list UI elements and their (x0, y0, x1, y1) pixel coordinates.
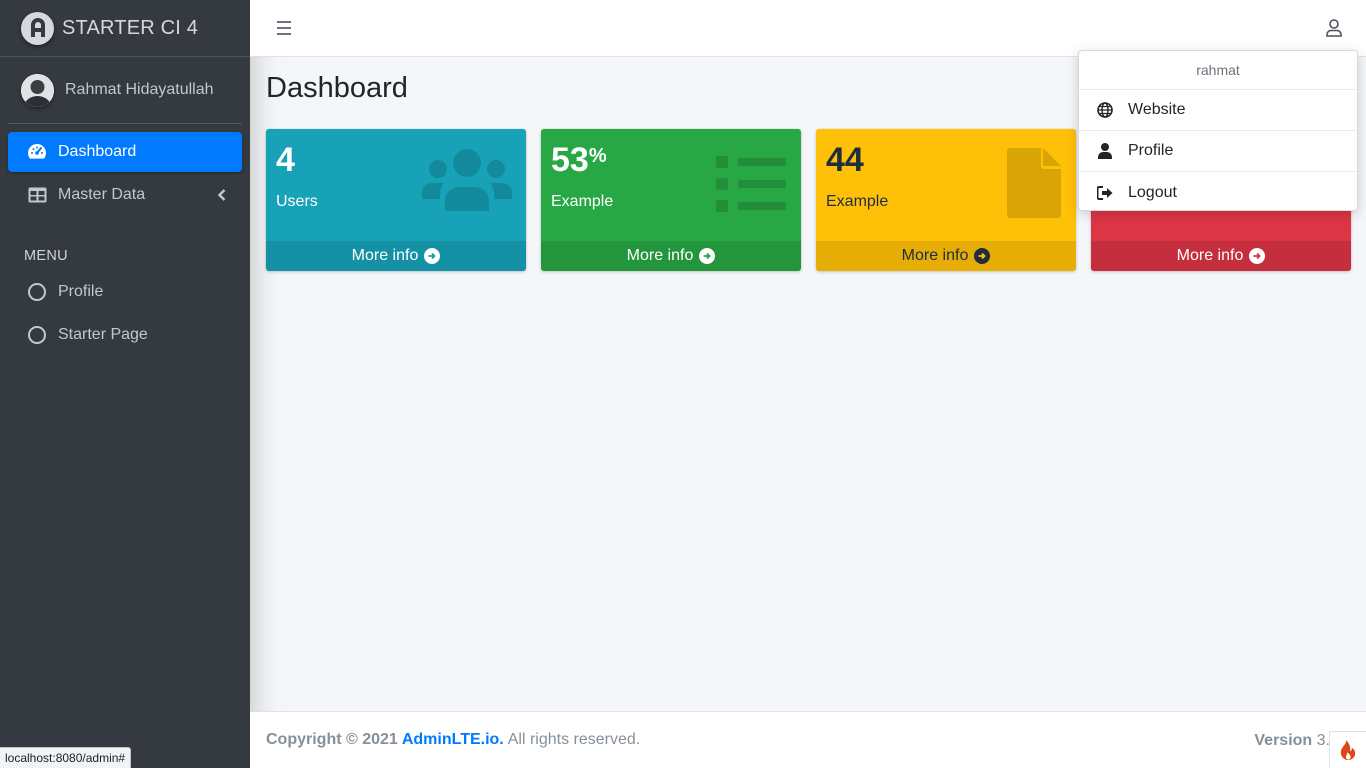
sidebar-item-profile[interactable]: Profile (8, 272, 242, 312)
box-label: Example (551, 193, 614, 210)
dropdown-header: rahmat (1079, 51, 1357, 90)
arrow-circle-right-icon (424, 248, 441, 264)
dropdown-item-label: Profile (1128, 142, 1174, 159)
small-box-users: 4 Users More info (266, 129, 526, 271)
box-label: Users (276, 193, 318, 210)
more-info-link[interactable]: More info (266, 241, 526, 271)
dropdown-item-label: Website (1128, 101, 1186, 118)
arrow-circle-right-icon (974, 248, 991, 264)
footer-copyright: Copyright © 2021 (266, 731, 398, 748)
sidebar-header-menu: MENU (24, 248, 68, 264)
brand-logo-icon (21, 11, 54, 45)
menu-toggle-icon[interactable] (277, 21, 291, 35)
user-menu-icon[interactable] (1324, 18, 1344, 38)
footer-rights: All rights reserved. (507, 731, 641, 748)
avatar (21, 73, 54, 107)
file-icon (1007, 148, 1061, 225)
sidebar-item-label: Starter Page (58, 326, 148, 343)
sidebar-nav: Dashboard Master Data MENU Profile Start… (0, 124, 250, 355)
browser-status-url: localhost:8080/admin# (0, 747, 132, 768)
small-box-example-percent: 53% Example More info (541, 129, 801, 271)
user-name: Rahmat Hidayatullah (65, 81, 214, 98)
dropdown-item-profile[interactable]: Profile (1079, 131, 1357, 172)
more-info-link[interactable]: More info (1091, 241, 1351, 271)
sidebar-item-master-data[interactable]: Master Data (8, 175, 242, 215)
sidebar-item-label: Master Data (58, 186, 146, 203)
page-title: Dashboard (266, 72, 408, 104)
more-info-link[interactable]: More info (816, 241, 1076, 271)
table-icon (27, 185, 47, 205)
dropdown-item-website[interactable]: Website (1079, 90, 1357, 131)
more-info-link[interactable]: More info (541, 241, 801, 271)
box-value: 4 (276, 141, 295, 179)
box-value: 53% (551, 141, 607, 179)
sign-out-icon (1097, 185, 1113, 201)
sidebar-item-label: Profile (58, 283, 104, 300)
users-icon (422, 147, 512, 218)
sidebar-item-label: Dashboard (58, 143, 137, 160)
dropdown-item-label: Logout (1128, 183, 1177, 201)
box-value: 44 (826, 141, 864, 179)
dropdown-item-logout[interactable]: Logout (1079, 172, 1357, 213)
circle-icon (27, 282, 47, 302)
small-box-example-count: 44 Example More info (816, 129, 1076, 271)
user-dropdown-menu: rahmat Website Profile Logout (1078, 50, 1358, 211)
sidebar-item-dashboard[interactable]: Dashboard (8, 132, 242, 172)
globe-icon (1097, 102, 1113, 118)
arrow-circle-right-icon (1249, 248, 1266, 264)
user-icon (1097, 143, 1113, 159)
footer-link-adminlte[interactable]: AdminLTE.io. (402, 731, 504, 749)
box-label: Example (826, 193, 889, 210)
brand-text: STARTER CI 4 (62, 16, 199, 39)
arrow-circle-right-icon (699, 248, 716, 264)
circle-icon (27, 325, 47, 345)
codeigniter-toolbar-icon[interactable] (1329, 731, 1366, 768)
tachometer-icon (27, 142, 47, 162)
sidebar-item-starter-page[interactable]: Starter Page (8, 315, 242, 355)
main-sidebar: STARTER CI 4 Rahmat Hidayatullah Dashboa… (0, 0, 250, 768)
main-footer: Copyright © 2021 AdminLTE.io. All rights… (250, 711, 1366, 768)
list-icon (716, 155, 786, 218)
chevron-left-icon (217, 188, 226, 206)
top-navbar (250, 0, 1366, 57)
user-panel[interactable]: Rahmat Hidayatullah (8, 57, 242, 124)
footer-version: Version 3. (1254, 732, 1330, 749)
brand-link[interactable]: STARTER CI 4 (0, 0, 250, 57)
